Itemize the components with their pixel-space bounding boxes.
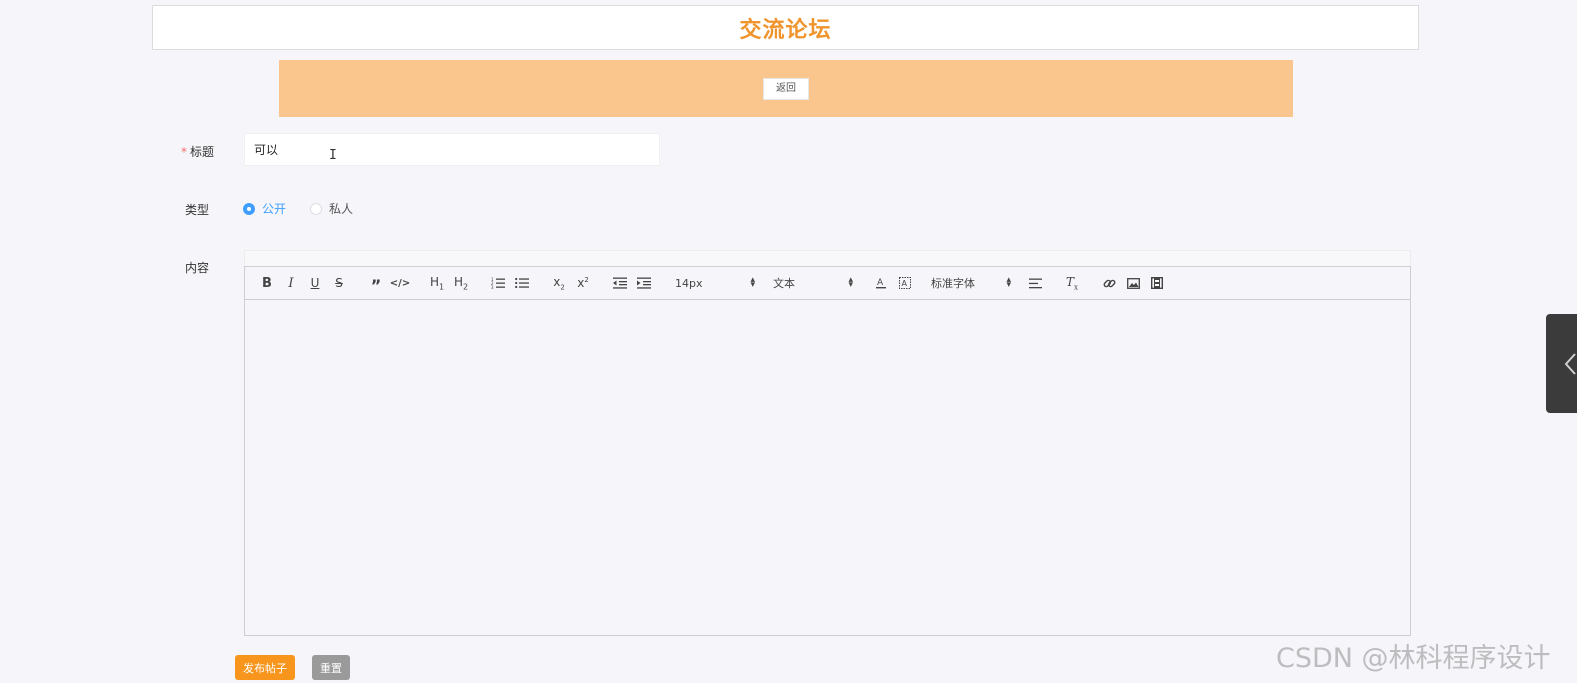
watermark: CSDN @林科程序设计	[1276, 643, 1551, 674]
publish-post-button[interactable]: 发布帖子	[235, 655, 295, 680]
text-cursor-icon: I	[329, 148, 337, 163]
type-label: 类型	[185, 203, 210, 217]
side-panel-toggle[interactable]	[1546, 314, 1577, 413]
radio-private[interactable]: 私人	[310, 200, 353, 217]
underline-icon[interactable]: U	[303, 272, 327, 294]
title-input[interactable]	[244, 133, 660, 166]
header-format-value: 文本	[773, 277, 795, 290]
svg-text:A: A	[877, 278, 884, 288]
header-1-icon[interactable]: H1	[425, 272, 449, 294]
header-format-select[interactable]: 文本 ▴ ▾	[767, 272, 859, 294]
editor-top-strip	[244, 250, 1411, 266]
font-color-icon[interactable]: A	[869, 272, 893, 294]
reset-button[interactable]: 重置	[312, 655, 350, 680]
chevron-left-icon	[1564, 352, 1576, 375]
ordered-list-icon[interactable]: 123	[486, 272, 510, 294]
content-label: 内容	[185, 261, 210, 275]
radio-public[interactable]: 公开	[243, 200, 286, 217]
svg-text:3: 3	[491, 285, 494, 289]
select-arrows-icon: ▴ ▾	[1006, 275, 1011, 290]
page-header: 交流论坛	[152, 5, 1419, 50]
code-block-icon[interactable]: </>	[388, 272, 412, 294]
align-left-icon[interactable]	[1023, 272, 1047, 294]
blockquote-icon[interactable]: ”	[364, 272, 388, 294]
superscript-icon[interactable]: x2	[571, 272, 595, 294]
font-family-select[interactable]: 标准字体 ▴ ▾	[925, 272, 1017, 294]
background-color-icon[interactable]: A	[893, 272, 917, 294]
back-button[interactable]: 返回	[763, 77, 809, 100]
radio-unchecked-icon	[310, 202, 323, 215]
clear-format-icon[interactable]: Tx	[1060, 272, 1084, 294]
font-size-select[interactable]: 14px ▴ ▾	[669, 272, 761, 294]
header-2-icon[interactable]: H2	[449, 272, 473, 294]
page-title: 交流论坛	[739, 17, 832, 43]
select-arrows-icon: ▴ ▾	[750, 275, 755, 290]
rich-text-editor: B I U S ” </> H1 H2 123 x2 x2 14px ▴ ▾ 文…	[244, 266, 1411, 636]
outdent-icon[interactable]	[608, 272, 632, 294]
radio-checked-icon	[243, 202, 255, 215]
radio-private-label: 私人	[329, 202, 354, 216]
editor-toolbar: B I U S ” </> H1 H2 123 x2 x2 14px ▴ ▾ 文…	[245, 267, 1410, 300]
radio-public-label: 公开	[262, 202, 287, 216]
editor-content-area[interactable]	[245, 300, 1410, 635]
action-banner: 返回	[279, 60, 1293, 117]
font-family-value: 标准字体	[931, 277, 975, 290]
strikethrough-icon[interactable]: S	[327, 272, 351, 294]
select-arrows-icon: ▴ ▾	[848, 275, 853, 290]
image-icon[interactable]	[1121, 272, 1145, 294]
title-label: * 标题	[181, 143, 214, 160]
indent-icon[interactable]	[632, 272, 656, 294]
required-mark: *	[181, 145, 187, 159]
bold-icon[interactable]: B	[255, 272, 279, 294]
italic-icon[interactable]: I	[279, 272, 303, 294]
type-radio-group: 公开 私人	[243, 200, 377, 217]
form-actions: 发布帖子 重置	[235, 655, 367, 680]
title-label-text: 标题	[190, 145, 215, 159]
font-size-value: 14px	[675, 276, 703, 290]
bullet-list-icon[interactable]	[510, 272, 534, 294]
subscript-icon[interactable]: x2	[547, 272, 571, 294]
video-icon[interactable]	[1145, 272, 1169, 294]
svg-text:A: A	[902, 279, 908, 288]
link-icon[interactable]	[1097, 272, 1121, 294]
